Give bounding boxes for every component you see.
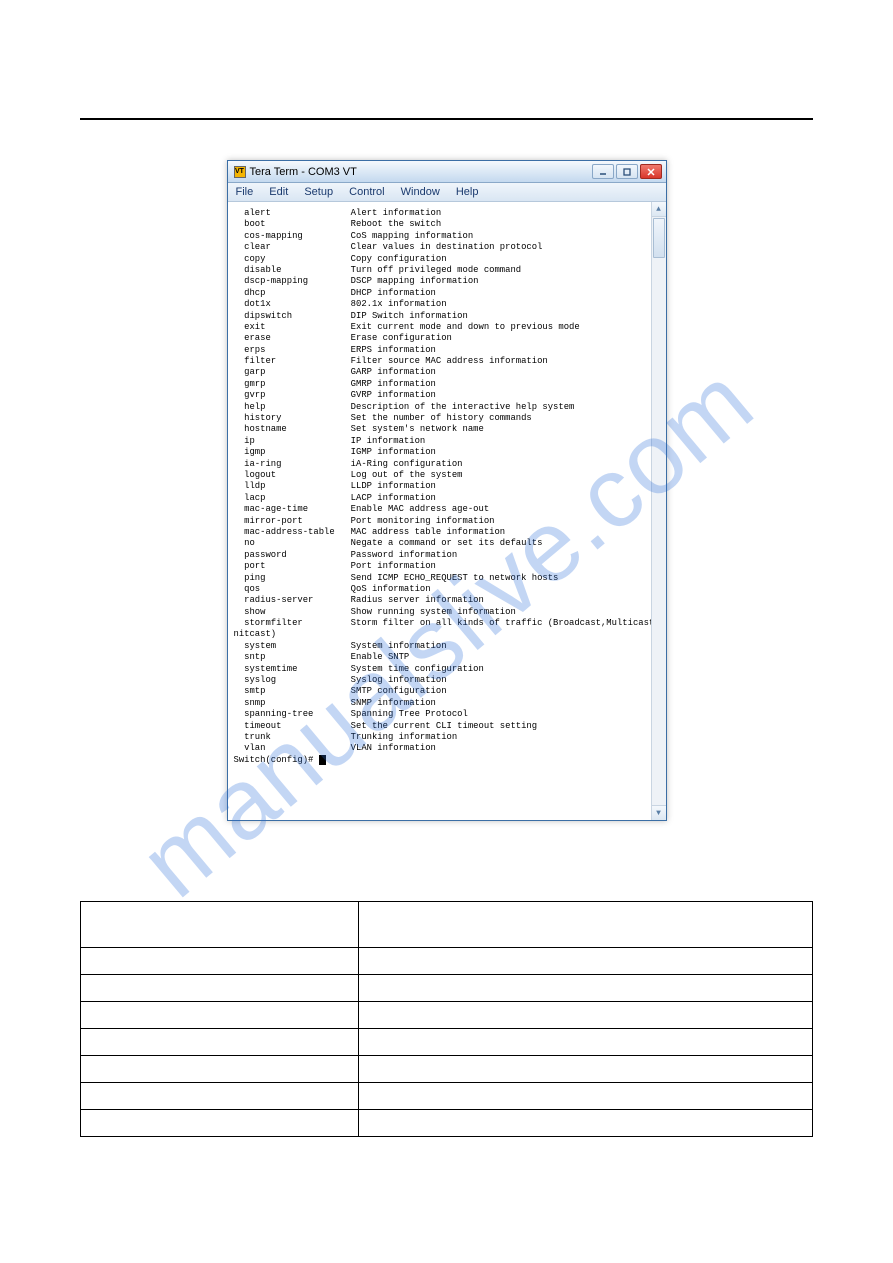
terminal-line: dipswitch DIP Switch information <box>234 311 662 322</box>
terminal-line: dhcp DHCP information <box>234 288 662 299</box>
terminal-line: qos QoS information <box>234 584 662 595</box>
terminal-output[interactable]: alert Alert information boot Reboot the … <box>228 202 666 820</box>
terminal-line: smtp SMTP configuration <box>234 686 662 697</box>
terminal-line: mac-address-table MAC address table info… <box>234 527 662 538</box>
table-row <box>81 948 813 975</box>
table-cell <box>359 1083 813 1110</box>
window-title: Tera Term - COM3 VT <box>250 166 357 178</box>
menu-file[interactable]: File <box>236 186 254 198</box>
table-row <box>81 1110 813 1137</box>
terminal-line: snmp SNMP information <box>234 698 662 709</box>
terminal-line: disable Turn off privileged mode command <box>234 265 662 276</box>
table-cell <box>359 975 813 1002</box>
table-row <box>81 1029 813 1056</box>
table-cell <box>81 948 359 975</box>
screenshot-container: VT Tera Term - COM3 VT File <box>80 160 813 821</box>
maximize-button[interactable] <box>616 164 638 179</box>
terminal-window: VT Tera Term - COM3 VT File <box>227 160 667 821</box>
terminal-line: syslog Syslog information <box>234 675 662 686</box>
menu-bar: File Edit Setup Control Window Help <box>228 183 666 202</box>
terminal-line: show Show running system information <box>234 607 662 618</box>
terminal-line: gvrp GVRP information <box>234 390 662 401</box>
terminal-line: erps ERPS information <box>234 345 662 356</box>
terminal-line: lacp LACP information <box>234 493 662 504</box>
menu-setup[interactable]: Setup <box>304 186 333 198</box>
table-header-2 <box>359 902 813 948</box>
terminal-line: dot1x 802.1x information <box>234 299 662 310</box>
terminal-line: mirror-port Port monitoring information <box>234 516 662 527</box>
terminal-line: copy Copy configuration <box>234 254 662 265</box>
terminal-line: nitcast) <box>234 629 662 640</box>
terminal-line: cos-mapping CoS mapping information <box>234 231 662 242</box>
terminal-line: mac-age-time Enable MAC address age-out <box>234 504 662 515</box>
table-cell <box>81 1029 359 1056</box>
terminal-line: trunk Trunking information <box>234 732 662 743</box>
menu-help[interactable]: Help <box>456 186 479 198</box>
terminal-line: ia-ring iA-Ring configuration <box>234 459 662 470</box>
terminal-line: spanning-tree Spanning Tree Protocol <box>234 709 662 720</box>
terminal-line: ping Send ICMP ECHO_REQUEST to network h… <box>234 573 662 584</box>
terminal-line: dscp-mapping DSCP mapping information <box>234 276 662 287</box>
terminal-line: stormfilter Storm filter on all kinds of… <box>234 618 662 629</box>
cursor-icon <box>319 755 326 765</box>
scrollbar[interactable]: ▲ ▼ <box>651 202 666 820</box>
minimize-button[interactable] <box>592 164 614 179</box>
table-row <box>81 1002 813 1029</box>
terminal-line: help Description of the interactive help… <box>234 402 662 413</box>
terminal-line: Switch(config)# <box>234 755 662 766</box>
table-cell <box>81 1110 359 1137</box>
terminal-line: igmp IGMP information <box>234 447 662 458</box>
table-cell <box>359 1002 813 1029</box>
table-cell <box>81 1056 359 1083</box>
terminal-line: gmrp GMRP information <box>234 379 662 390</box>
table-header-1 <box>81 902 359 948</box>
terminal-line: ip IP information <box>234 436 662 447</box>
scroll-down-icon[interactable]: ▼ <box>652 805 666 820</box>
menu-control[interactable]: Control <box>349 186 384 198</box>
page-header-divider <box>80 60 813 120</box>
table-cell <box>359 1110 813 1137</box>
table-row <box>81 975 813 1002</box>
terminal-line: lldp LLDP information <box>234 481 662 492</box>
table-cell <box>359 948 813 975</box>
table-cell <box>359 1029 813 1056</box>
terminal-line: filter Filter source MAC address informa… <box>234 356 662 367</box>
terminal-line: boot Reboot the switch <box>234 219 662 230</box>
terminal-line: no Negate a command or set its defaults <box>234 538 662 549</box>
terminal-line: exit Exit current mode and down to previ… <box>234 322 662 333</box>
reference-table <box>80 901 813 1137</box>
terminal-line: history Set the number of history comman… <box>234 413 662 424</box>
app-icon: VT <box>234 166 246 178</box>
table-cell <box>81 975 359 1002</box>
table-row <box>81 1056 813 1083</box>
terminal-line: erase Erase configuration <box>234 333 662 344</box>
scroll-up-icon[interactable]: ▲ <box>652 202 666 217</box>
terminal-line: hostname Set system's network name <box>234 424 662 435</box>
menu-window[interactable]: Window <box>401 186 440 198</box>
terminal-line: garp GARP information <box>234 367 662 378</box>
terminal-line: alert Alert information <box>234 208 662 219</box>
terminal-line: sntp Enable SNTP <box>234 652 662 663</box>
terminal-line: radius-server Radius server information <box>234 595 662 606</box>
window-titlebar: VT Tera Term - COM3 VT <box>228 161 666 183</box>
scroll-thumb[interactable] <box>653 218 665 258</box>
terminal-line: password Password information <box>234 550 662 561</box>
terminal-line: clear Clear values in destination protoc… <box>234 242 662 253</box>
terminal-line: vlan VLAN information <box>234 743 662 754</box>
table-cell <box>81 1002 359 1029</box>
terminal-line: timeout Set the current CLI timeout sett… <box>234 721 662 732</box>
menu-edit[interactable]: Edit <box>269 186 288 198</box>
terminal-line: system System information <box>234 641 662 652</box>
close-button[interactable] <box>640 164 662 179</box>
terminal-line: logout Log out of the system <box>234 470 662 481</box>
terminal-line: port Port information <box>234 561 662 572</box>
terminal-line: systemtime System time configuration <box>234 664 662 675</box>
table-cell <box>81 1083 359 1110</box>
table-cell <box>359 1056 813 1083</box>
table-row <box>81 1083 813 1110</box>
